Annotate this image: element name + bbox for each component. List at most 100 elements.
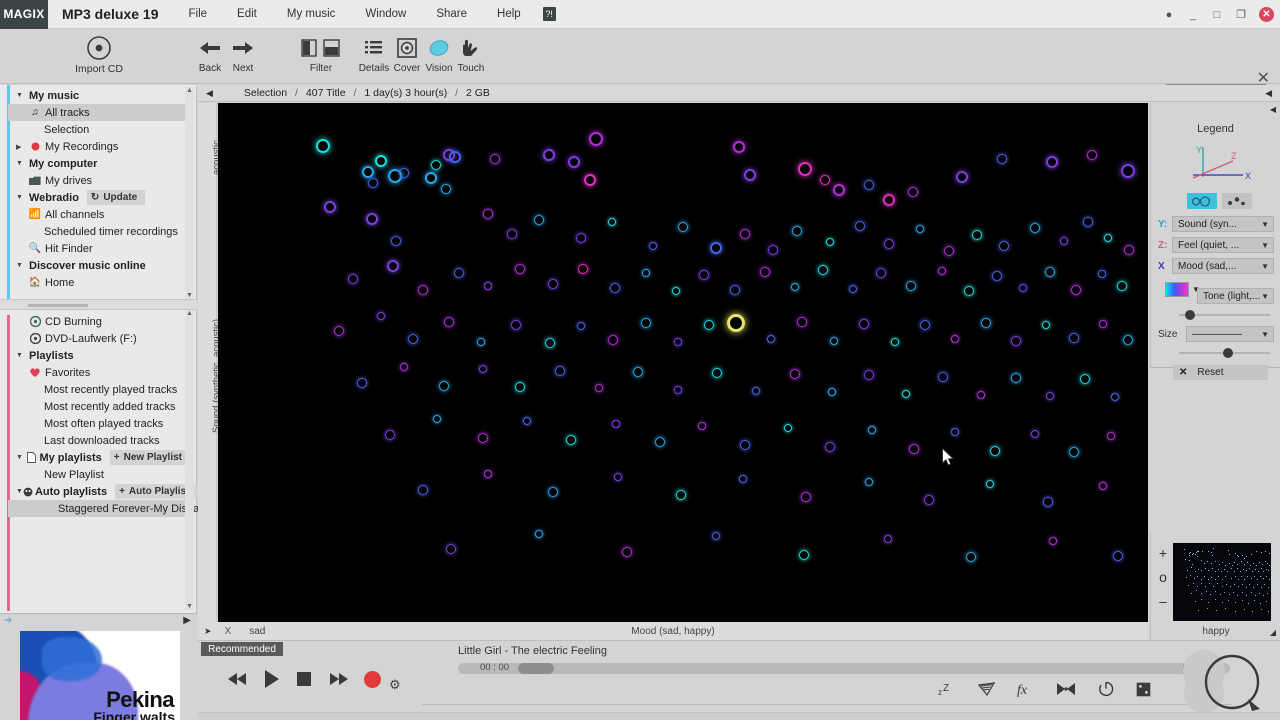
scatter-point[interactable]	[482, 209, 493, 220]
scatter-point[interactable]	[641, 269, 650, 278]
scatter-point[interactable]	[361, 165, 374, 178]
scatter-point[interactable]	[678, 221, 688, 232]
scatter-point[interactable]	[674, 337, 683, 346]
sidebar-group-discover-music-online[interactable]: Discover music online	[12, 257, 190, 274]
scatter-point[interactable]	[608, 218, 617, 227]
sidebar-item-last-downloaded[interactable]: Last downloaded tracks	[12, 432, 190, 449]
scatter-point[interactable]	[1060, 236, 1069, 245]
scatter-point[interactable]	[825, 237, 834, 246]
minimap-canvas[interactable]	[1173, 543, 1271, 621]
scatter-point[interactable]	[884, 238, 895, 249]
scatter-point[interactable]	[654, 437, 665, 448]
sidebar-item-selection[interactable]: Selection	[12, 121, 190, 138]
menu-help[interactable]: Help	[497, 8, 521, 20]
scatter-point[interactable]	[522, 417, 531, 426]
scatter-point[interactable]	[479, 365, 488, 374]
scatter-point[interactable]	[1041, 320, 1050, 329]
scatter-point[interactable]	[366, 213, 379, 226]
rewind-button[interactable]	[228, 671, 248, 687]
zoom-out-button[interactable]: –	[1154, 589, 1172, 613]
scatter-point[interactable]	[789, 369, 800, 380]
dots-view-toggle[interactable]	[1222, 193, 1252, 209]
scatter-point[interactable]	[1019, 284, 1028, 293]
scatter-point[interactable]	[1124, 245, 1135, 256]
scatter-point[interactable]	[1113, 550, 1124, 561]
sidebar-divider[interactable]	[0, 299, 197, 310]
scatter-point[interactable]	[902, 389, 911, 398]
scatter-point[interactable]	[649, 241, 658, 250]
sidebar-item-new-playlist[interactable]: New Playlist	[12, 466, 190, 483]
details-button[interactable]: Details	[358, 33, 390, 83]
scatter-point[interactable]	[797, 161, 812, 176]
reset-button[interactable]: ✕ Reset	[1173, 365, 1268, 380]
rings-view-toggle[interactable]	[1187, 193, 1217, 209]
record-button[interactable]	[364, 670, 381, 688]
sleep-timer-icon[interactable]: zZ	[938, 682, 956, 700]
scatter-point[interactable]	[697, 421, 706, 430]
sidebar-item-dvd-drive[interactable]: DVD-Laufwerk (F:)	[12, 330, 190, 347]
collapse-icon[interactable]: ◀	[1270, 105, 1276, 114]
scatter-point[interactable]	[490, 153, 501, 164]
scroll-down-icon[interactable]: ▼	[186, 603, 193, 610]
scatter-point[interactable]	[399, 167, 409, 178]
selected-point[interactable]	[727, 313, 745, 332]
scatter-point[interactable]	[612, 419, 621, 428]
sidebar-group-my-playlists[interactable]: My playlists + New Playlist	[12, 449, 190, 466]
scatter-point[interactable]	[964, 286, 975, 297]
scatter-point[interactable]	[374, 154, 387, 167]
scatter-point[interactable]	[477, 337, 486, 346]
x-axis-dropdown[interactable]: Mood (sad,... ▼	[1172, 258, 1274, 274]
scatter-point[interactable]	[996, 153, 1007, 164]
scatter-point[interactable]	[578, 263, 589, 274]
scatter-point[interactable]	[1087, 149, 1098, 160]
scatter-point[interactable]	[989, 445, 1000, 456]
sidebar-item-all-channels[interactable]: 📶 All channels	[12, 206, 190, 223]
sidebar-item-scheduled-timer-recordings[interactable]: Scheduled timer recordings	[12, 223, 190, 240]
y-axis-dropdown[interactable]: Sound (syn... ▼	[1172, 216, 1274, 232]
menu-my-music[interactable]: My music	[287, 8, 336, 20]
slider-knob[interactable]	[1223, 348, 1233, 358]
scatter-point[interactable]	[515, 264, 526, 275]
sidebar-item-all-tracks[interactable]: ♫ All tracks	[8, 104, 186, 121]
scatter-point[interactable]	[417, 484, 428, 495]
scatter-point[interactable]	[1030, 222, 1041, 233]
scatter-point[interactable]	[408, 334, 419, 345]
resize-handle[interactable]: ◢	[1270, 628, 1276, 637]
color-slider[interactable]	[1179, 309, 1270, 321]
scatter-point[interactable]	[515, 382, 526, 393]
import-cd-button[interactable]: Import CD	[68, 33, 130, 83]
vision-button[interactable]: Vision	[423, 33, 455, 83]
sidebar-item-my-drives[interactable]: My drives	[12, 172, 190, 189]
scatter-point[interactable]	[1010, 336, 1021, 347]
scatter-point[interactable]	[1097, 270, 1106, 279]
scatter-point[interactable]	[966, 551, 977, 562]
size-dropdown[interactable]: ————— ▼	[1186, 326, 1274, 342]
scatter-point[interactable]	[730, 284, 741, 295]
minimize-button[interactable]: _	[1187, 9, 1199, 21]
scatter-point[interactable]	[829, 336, 838, 345]
scatter-point[interactable]	[1104, 233, 1112, 242]
scatter-point[interactable]	[938, 372, 949, 383]
scatter-point[interactable]	[1045, 266, 1056, 277]
touch-button[interactable]: Touch	[455, 33, 487, 83]
scatter-point[interactable]	[440, 183, 451, 194]
scatter-point[interactable]	[937, 267, 946, 276]
menu-window[interactable]: Window	[365, 8, 406, 20]
replay-icon[interactable]	[1098, 681, 1114, 700]
sidebar-item-most-recently-played[interactable]: Most recently played tracks	[12, 381, 190, 398]
close-button[interactable]: ✕	[1259, 7, 1274, 22]
scatter-point[interactable]	[833, 183, 846, 196]
scatter-point[interactable]	[424, 171, 437, 184]
scatter-point[interactable]	[943, 246, 954, 257]
scatter-point[interactable]	[595, 384, 604, 393]
scatter-point[interactable]	[800, 492, 811, 503]
sidebar-item-most-recently-added[interactable]: Most recently added tracks	[12, 398, 190, 415]
zoom-reset-button[interactable]: o	[1154, 565, 1172, 589]
sidebar-group-webradio[interactable]: Webradio ↻ Update	[12, 189, 190, 206]
effects-icon[interactable]: fx	[1017, 681, 1034, 700]
help-book-icon[interactable]: ?!	[542, 7, 556, 21]
scatter-point[interactable]	[316, 138, 331, 153]
scatter-point[interactable]	[865, 477, 873, 486]
play-button[interactable]	[264, 669, 280, 689]
sidebar-group-auto-playlists[interactable]: Auto playlists + Auto Playlist	[12, 483, 198, 500]
